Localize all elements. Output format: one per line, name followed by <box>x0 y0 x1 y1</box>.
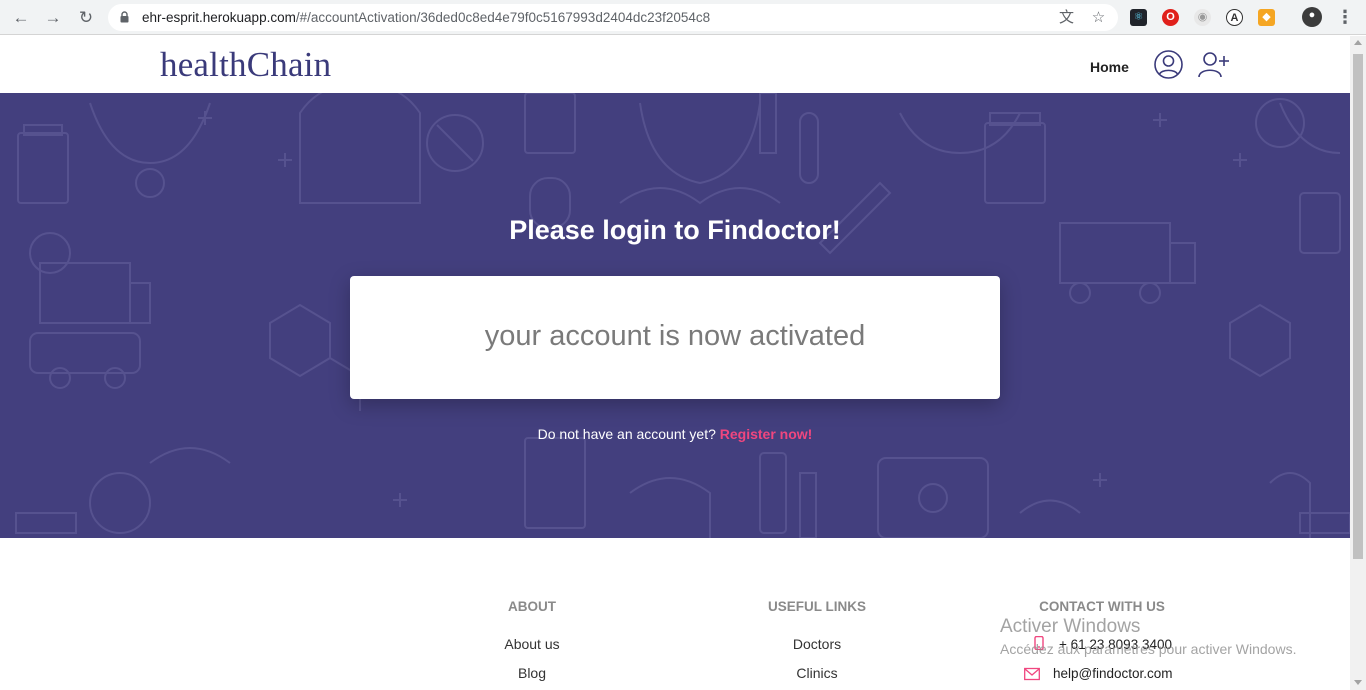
scroll-down-arrow-icon[interactable] <box>1354 680 1362 685</box>
footer-doctors-link[interactable]: Doctors <box>767 636 867 652</box>
browser-menu-icon[interactable]: ⋮ <box>1336 7 1354 27</box>
footer-clinics-link[interactable]: Clinics <box>767 665 867 681</box>
footer-contact-title: CONTACT WITH US <box>1039 599 1165 614</box>
windows-watermark-subtitle: Accédez aux paramètres pour activer Wind… <box>1000 641 1297 657</box>
footer-email-link[interactable]: help@findoctor.com <box>1053 666 1173 681</box>
mail-icon <box>1024 667 1040 681</box>
orange-extension-icon[interactable]: ◆ <box>1258 9 1275 26</box>
footer-blog-link[interactable]: Blog <box>482 665 582 681</box>
reload-icon[interactable]: ↻ <box>75 7 97 29</box>
address-bar[interactable]: ehr-esprit.herokuapp.com/#/accountActiva… <box>108 4 1118 31</box>
browser-toolbar: ← → ↻ ehr-esprit.herokuapp.com/#/account… <box>0 0 1366 35</box>
scroll-thumb[interactable] <box>1353 54 1363 559</box>
footer-about-title: ABOUT <box>508 599 556 614</box>
page-title: Please login to Findoctor! <box>509 215 841 245</box>
page-scrollbar[interactable] <box>1350 36 1366 690</box>
site-header: healthChain Home <box>0 36 1350 93</box>
user-login-icon[interactable] <box>1154 50 1183 79</box>
lock-icon <box>120 11 129 23</box>
opera-icon[interactable]: O <box>1162 9 1179 26</box>
profile-avatar-icon[interactable]: ● <box>1302 7 1322 27</box>
register-prompt-line: Do not have an account yet? Register now… <box>0 426 1350 442</box>
register-now-link[interactable]: Register now! <box>720 426 813 442</box>
site-footer: ABOUT About us Blog USEFUL LINKS Doctors… <box>0 538 1350 690</box>
footer-useful-links-title: USEFUL LINKS <box>767 599 866 614</box>
extension-circle-icon[interactable]: ◉ <box>1194 9 1211 26</box>
url-host: ehr-esprit.herokuapp.com <box>142 10 296 25</box>
react-devtools-icon[interactable]: ⚛ <box>1130 9 1147 26</box>
login-hero: Please login to Findoctor! your account … <box>0 93 1350 538</box>
add-user-icon[interactable] <box>1198 50 1230 79</box>
activation-card: your account is now activated <box>350 276 1000 399</box>
back-icon[interactable]: ← <box>10 7 32 29</box>
register-prompt-text: Do not have an account yet? <box>537 426 716 442</box>
scroll-up-arrow-icon[interactable] <box>1354 40 1362 45</box>
font-extension-icon[interactable]: A <box>1226 9 1243 26</box>
url-text: ehr-esprit.herokuapp.com/#/accountActiva… <box>142 10 710 25</box>
activation-message: your account is now activated <box>484 320 866 352</box>
star-icon[interactable]: ☆ <box>1090 9 1107 26</box>
footer-about-us-link[interactable]: About us <box>482 636 582 652</box>
windows-watermark-title: Activer Windows <box>1000 616 1141 637</box>
site-logo[interactable]: healthChain <box>160 45 331 85</box>
url-path: /#/accountActivation/36ded0c8ed4e79f0c51… <box>295 10 711 25</box>
forward-icon[interactable]: → <box>42 7 64 29</box>
translate-icon[interactable]: 文 <box>1058 9 1075 26</box>
nav-home-link[interactable]: Home <box>1090 59 1129 75</box>
